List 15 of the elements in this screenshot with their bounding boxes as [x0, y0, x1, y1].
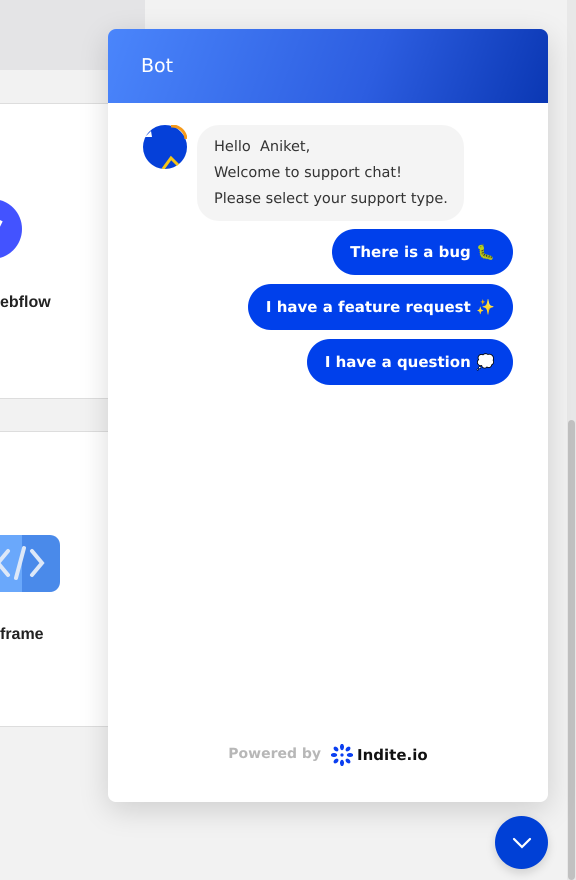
bot-message: Hello Aniket, Welcome to support chat! Please select your support type. [197, 125, 464, 221]
scrollbar-thumb[interactable] [568, 420, 575, 880]
powered-by-text: Powered by [228, 745, 322, 764]
brand-name: Indite.io [357, 745, 428, 766]
chat-title: Bot [141, 54, 174, 79]
bot-avatar-icon [143, 125, 187, 169]
code-icon [0, 535, 60, 592]
support-option-button[interactable]: I have a question 💭 [306, 339, 513, 385]
support-option-button[interactable]: I have a feature request ✨ [248, 284, 513, 330]
chevron-down-icon [512, 836, 532, 848]
support-option-button[interactable]: There is a bug 🐛 [332, 229, 513, 275]
collapse-chat-button[interactable] [495, 816, 548, 869]
app-name: ebflow [0, 293, 52, 313]
app-name: frame [0, 625, 45, 645]
logo-icon [331, 744, 354, 766]
